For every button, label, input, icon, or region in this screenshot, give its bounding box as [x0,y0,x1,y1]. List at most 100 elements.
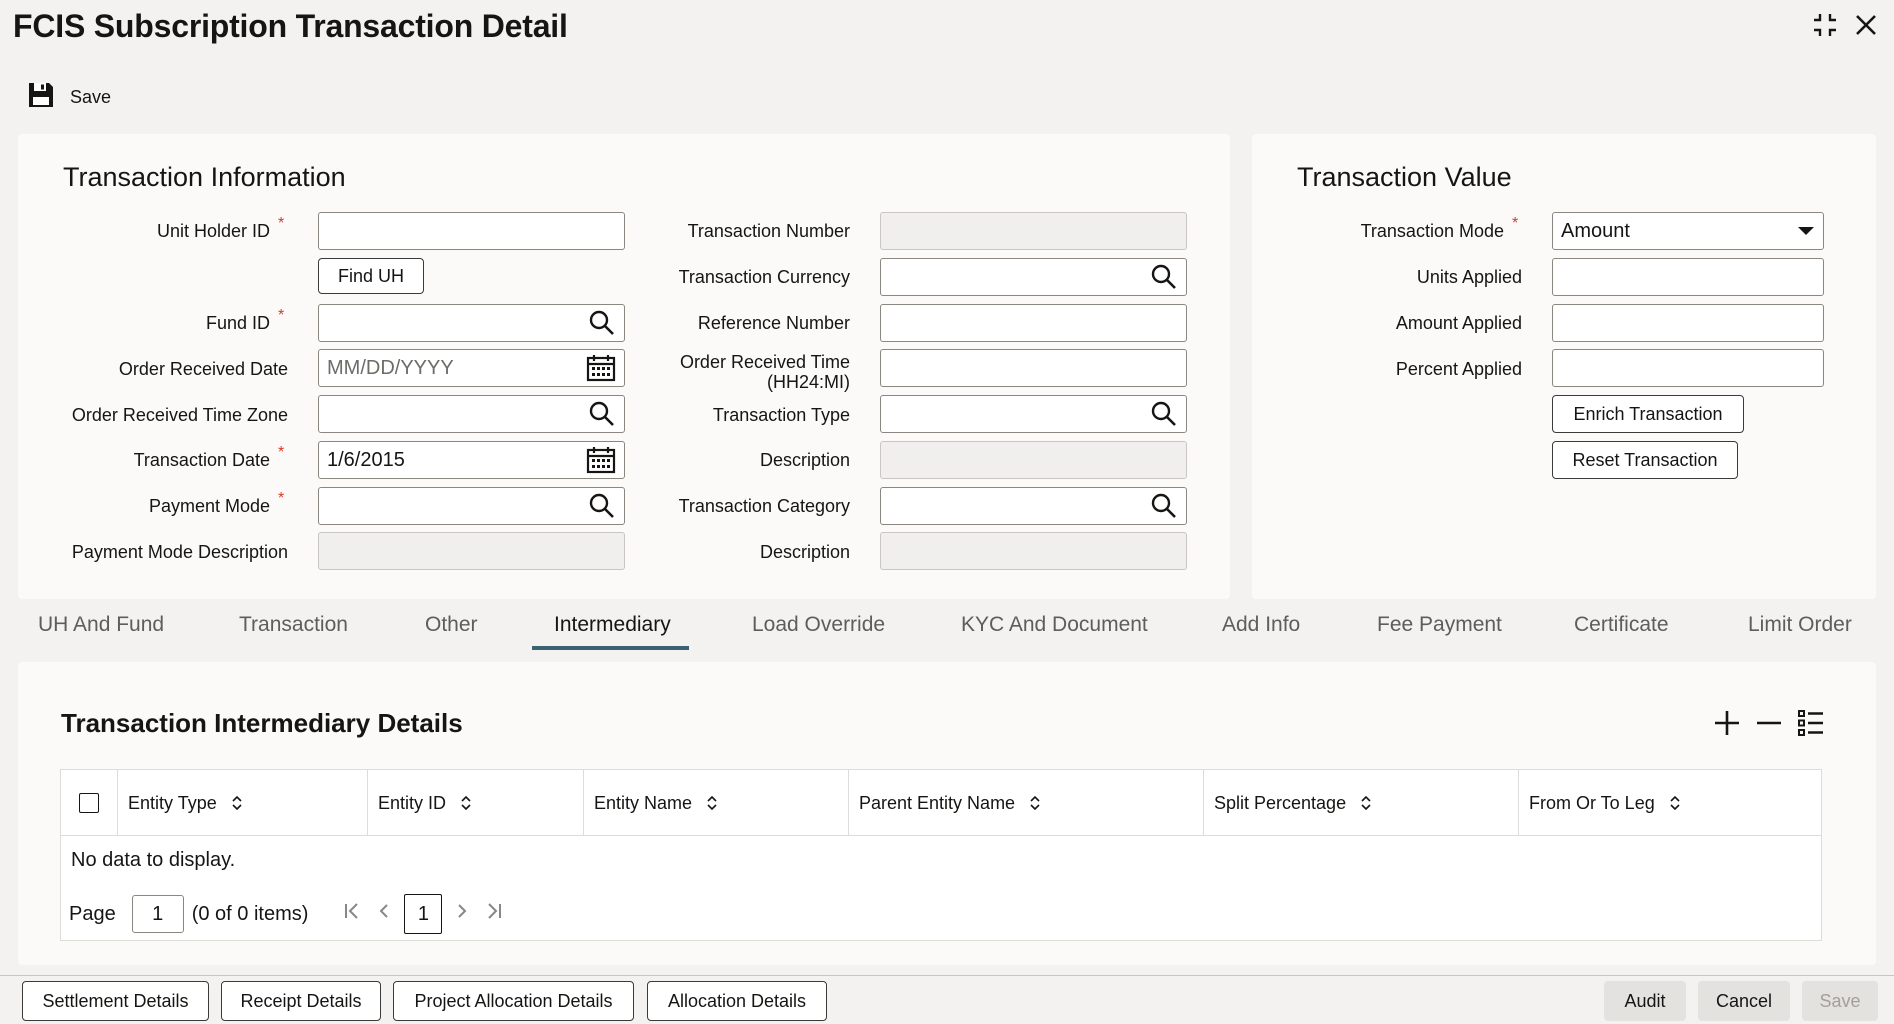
tab-fee-payment[interactable]: Fee Payment [1377,613,1502,637]
grid-actions [1712,708,1826,743]
page-label: Page [69,902,116,925]
prev-page-icon[interactable] [376,901,390,927]
active-tab-indicator [532,646,689,650]
dropdown-arrow-icon[interactable] [1797,225,1815,237]
collapse-icon[interactable] [1810,10,1840,40]
transaction-number-label: Transaction Number [687,221,850,241]
search-icon[interactable] [588,492,616,520]
order-received-time-zone-input[interactable] [318,395,625,433]
search-icon[interactable] [1150,263,1178,291]
transaction-currency-label: Transaction Currency [678,267,850,287]
remove-row-icon[interactable] [1754,708,1784,743]
items-count: (0 of 0 items) [191,902,309,925]
next-page-icon[interactable] [456,901,470,927]
transaction-information-title: Transaction Information [63,162,346,192]
required-marker: * [278,307,285,324]
required-marker: * [1512,215,1519,232]
allocation-details-button[interactable]: Allocation Details [647,981,827,1021]
tab-uh-and-fund[interactable]: UH And Fund [38,613,164,637]
required-marker: * [278,215,285,232]
column-entity-name[interactable]: Entity Name [584,770,849,836]
unit-holder-id-input[interactable] [318,212,625,250]
tab-transaction[interactable]: Transaction [239,613,348,637]
payment-mode-input[interactable] [318,487,625,525]
reference-number-input[interactable] [880,304,1187,342]
units-applied-input[interactable] [1552,258,1824,296]
amount-applied-input[interactable] [1552,304,1824,342]
page-input[interactable]: 1 [131,895,184,933]
transaction-type-label: Transaction Type [712,405,850,425]
description-field [880,441,1187,479]
percent-applied-input[interactable] [1552,349,1824,387]
tab-add-info[interactable]: Add Info [1222,613,1300,637]
order-received-time-input[interactable] [880,349,1187,387]
reference-number-label: Reference Number [697,313,850,333]
amount-applied-label: Amount Applied [1395,313,1522,333]
units-applied-label: Units Applied [1416,267,1522,287]
transaction-number-field [880,212,1187,250]
cancel-button[interactable]: Cancel [1698,981,1790,1021]
receipt-details-button[interactable]: Receipt Details [221,981,381,1021]
order-received-date-input[interactable]: MM/DD/YYYY [318,349,625,387]
transaction-category-label: Transaction Category [678,496,850,516]
payment-mode-label: Payment Mode [148,496,270,516]
fund-id-input[interactable] [318,304,625,342]
search-icon[interactable] [1150,492,1178,520]
column-parent-entity-name[interactable]: Parent Entity Name [849,770,1204,836]
search-icon[interactable] [588,400,616,428]
transaction-type-input[interactable] [880,395,1187,433]
transaction-category-input[interactable] [880,487,1187,525]
column-entity-type[interactable]: Entity Type [118,770,368,836]
toolbar: Save [26,80,111,115]
find-uh-button[interactable]: Find UH [318,258,424,294]
settlement-details-button[interactable]: Settlement Details [22,981,209,1021]
calendar-icon[interactable] [586,354,616,382]
intermediary-title: Transaction Intermediary Details [61,708,463,738]
close-icon[interactable] [1854,13,1878,37]
transaction-date-label: Transaction Date [133,450,270,470]
current-page-button[interactable]: 1 [404,894,443,934]
toolbar-save-button[interactable]: Save [70,87,111,108]
grid-header: Entity Type Entity ID Entity Name Parent… [61,770,1821,836]
add-row-icon[interactable] [1712,708,1742,743]
search-icon[interactable] [588,309,616,337]
tab-kyc-and-document[interactable]: KYC And Document [961,613,1148,637]
transaction-date-input[interactable]: 1/6/2015 [318,441,625,479]
sort-icon[interactable] [706,794,718,812]
tab-intermediary[interactable]: Intermediary [554,613,671,637]
pager: Page 1 (0 of 0 items) 1 [69,894,504,934]
footer-save-button[interactable]: Save [1802,981,1878,1021]
audit-button[interactable]: Audit [1604,981,1686,1021]
column-from-or-to-leg[interactable]: From Or To Leg [1519,770,1821,836]
column-entity-id[interactable]: Entity ID [368,770,584,836]
order-received-date-label: Order Received Date [118,359,288,379]
payment-mode-description-label: Payment Mode Description [71,542,288,562]
sort-icon[interactable] [1029,794,1041,812]
transaction-mode-select[interactable]: Amount [1552,212,1824,250]
search-icon[interactable] [1150,400,1178,428]
fund-id-label: Fund ID [205,313,270,333]
required-marker: * [278,490,285,507]
reset-transaction-button[interactable]: Reset Transaction [1552,441,1738,479]
last-page-icon[interactable] [484,901,504,927]
transaction-currency-input[interactable] [880,258,1187,296]
list-view-icon[interactable] [1796,708,1826,743]
select-all-checkbox[interactable] [79,793,99,813]
sort-icon[interactable] [460,794,472,812]
column-split-percentage[interactable]: Split Percentage [1204,770,1519,836]
transaction-value-title: Transaction Value [1297,162,1512,192]
calendar-icon[interactable] [586,446,616,474]
save-icon[interactable] [26,80,56,115]
tab-load-override[interactable]: Load Override [752,613,885,637]
tab-certificate[interactable]: Certificate [1574,613,1669,637]
sort-icon[interactable] [1360,794,1372,812]
enrich-transaction-button[interactable]: Enrich Transaction [1552,395,1744,433]
sort-icon[interactable] [231,794,243,812]
tab-limit-order[interactable]: Limit Order [1748,613,1852,637]
select-all-column [61,770,118,836]
first-page-icon[interactable] [342,901,362,927]
project-allocation-details-button[interactable]: Project Allocation Details [393,981,634,1021]
sort-icon[interactable] [1669,794,1681,812]
tab-other[interactable]: Other [425,613,478,637]
intermediary-grid: Entity Type Entity ID Entity Name Parent… [60,769,1822,941]
